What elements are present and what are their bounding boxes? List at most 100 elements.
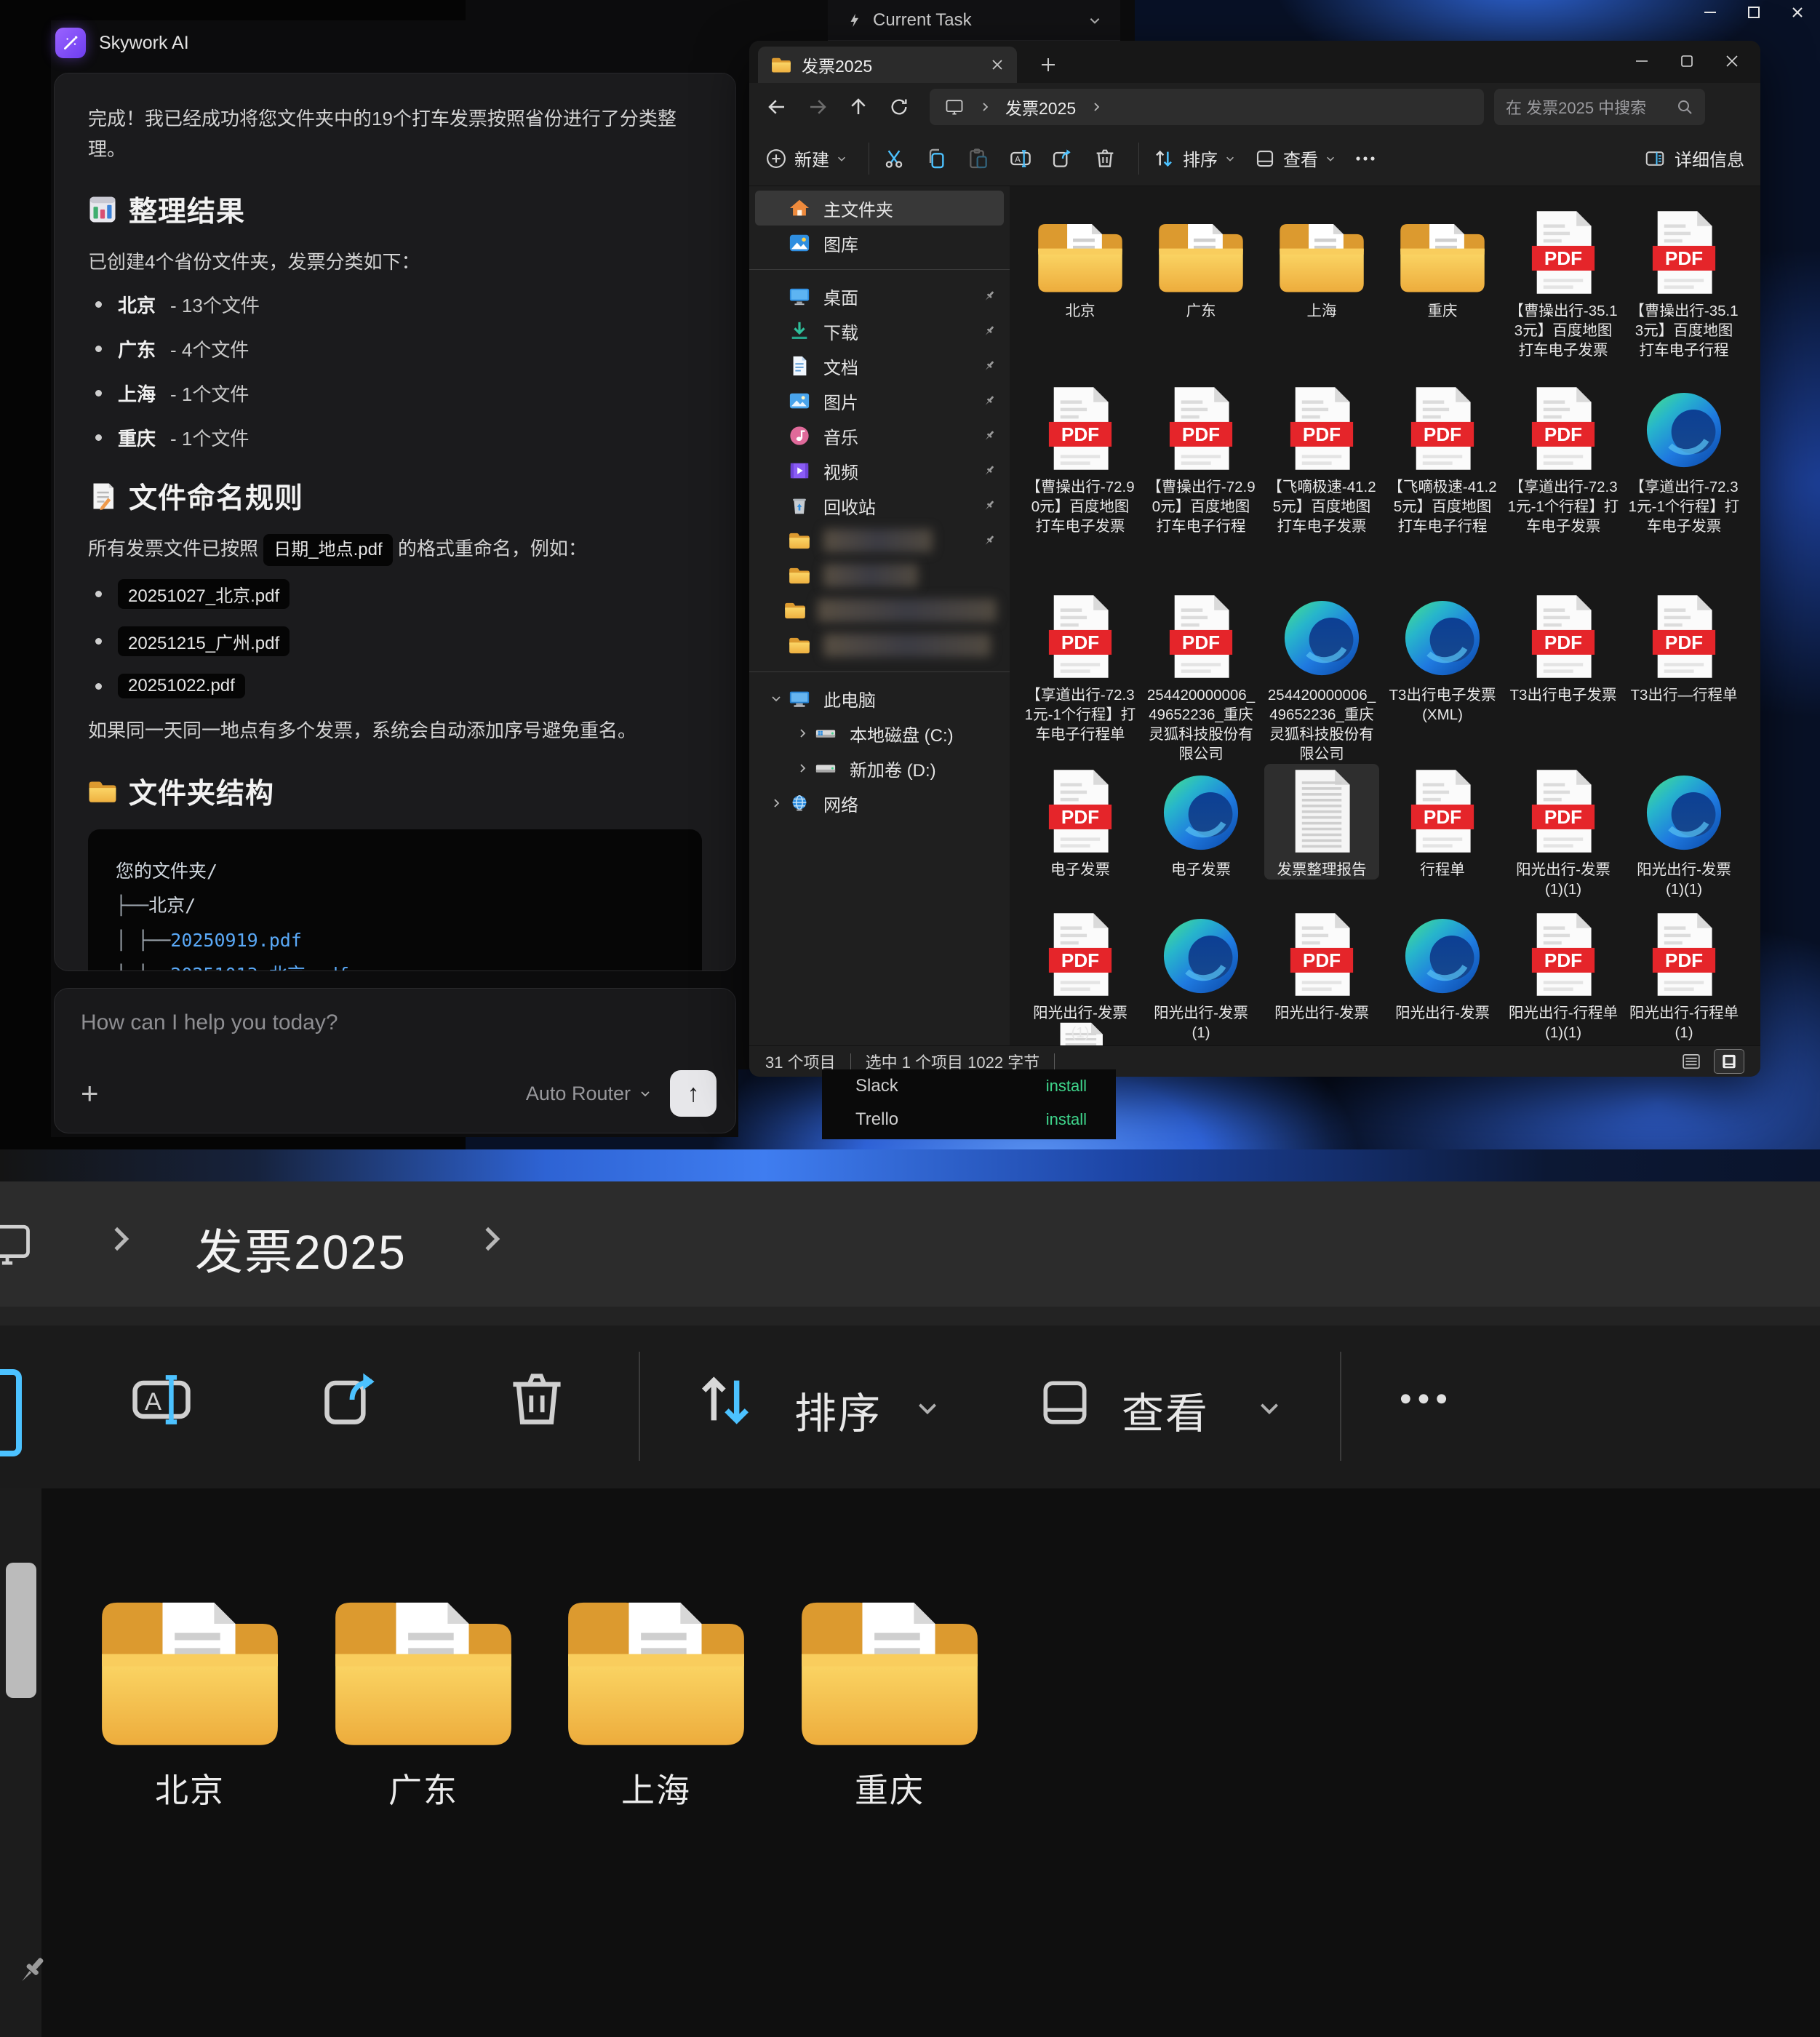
copy-button[interactable] — [925, 147, 948, 170]
file-item[interactable]: PDF 阳光出行-发票(1)(1) — [1506, 764, 1621, 899]
file-item[interactable]: PDF 【曹操出行-72.90元】百度地图打车电子发票 — [1023, 381, 1138, 536]
folder-item[interactable]: 广东 — [1144, 205, 1258, 321]
delete-button[interactable] — [1093, 147, 1117, 170]
sidebar-item-视频[interactable]: 视频 — [755, 453, 1004, 488]
sort-button[interactable]: 排序 — [1152, 146, 1235, 171]
sidebar-item-图库[interactable]: 图库 — [755, 226, 1004, 260]
zoom-folder-北京[interactable]: 北京 — [73, 1587, 306, 1812]
view-label[interactable]: 查看 — [1122, 1379, 1209, 1440]
current-task-bar[interactable]: Current Task — [828, 0, 1120, 41]
share-button[interactable] — [319, 1366, 386, 1433]
file-item[interactable]: PDF T3出行—行程单 — [1627, 589, 1741, 705]
sidebar-item-网络[interactable]: 网络 — [755, 786, 1004, 821]
file-item[interactable]: PDF 【享道出行-72.31元-1个行程】打车电子发票 — [1506, 381, 1621, 536]
sidebar-item[interactable] — [755, 628, 1004, 663]
chat-composer[interactable]: How can I help you today? + Auto Router … — [54, 988, 736, 1133]
close-icon[interactable] — [1709, 41, 1755, 81]
thumbnail-view-toggle[interactable] — [1714, 1049, 1744, 1074]
folder-item[interactable]: 上海 — [1264, 205, 1379, 321]
file-item[interactable]: PDF 【飞嘀极速-41.25元】百度地图打车电子发票 — [1264, 381, 1379, 536]
close-icon[interactable] — [1788, 3, 1807, 22]
back-button[interactable] — [757, 89, 797, 124]
file-item[interactable]: PDF 【享道出行-72.31元-1个行程】打车电子行程单 — [1023, 589, 1138, 744]
file-item[interactable]: PDF 【曹操出行-35.13元】百度地图打车电子行程 — [1627, 205, 1741, 360]
minimize-icon[interactable] — [1619, 41, 1664, 81]
sidebar-item-新加卷 (D:)[interactable]: 新加卷 (D:) — [781, 751, 1004, 786]
new-button[interactable]: 新建 — [765, 146, 847, 171]
zoom-folder-重庆[interactable]: 重庆 — [773, 1587, 1006, 1812]
refresh-button[interactable] — [879, 89, 919, 124]
breadcrumb[interactable]: 发票2025 — [930, 89, 1484, 125]
file-item[interactable]: PDF 阳光出行-行程单(1) — [1627, 907, 1741, 1043]
chevron-right-icon[interactable] — [791, 762, 813, 774]
file-item[interactable]: PDF 电子发票 — [1023, 764, 1138, 880]
sort-icon[interactable] — [691, 1366, 759, 1435]
sidebar-item-桌面[interactable]: 桌面 — [755, 279, 1004, 314]
sidebar-item[interactable] — [755, 558, 1004, 593]
file-item[interactable]: 阳光出行-发票(1)(1) — [1627, 764, 1741, 899]
send-button[interactable]: ↑ — [670, 1070, 717, 1117]
file-item[interactable]: PDF 阳光出行-发票(1) — [1023, 907, 1138, 1043]
file-item[interactable]: PDF 行程单 — [1385, 764, 1500, 880]
folder-item[interactable]: 北京 — [1023, 205, 1138, 321]
cut-button[interactable] — [882, 147, 906, 170]
sidebar-item[interactable] — [755, 593, 1004, 628]
sort-label[interactable]: 排序 — [794, 1379, 882, 1440]
attach-plus-button[interactable]: + — [81, 1076, 99, 1111]
maximize-icon[interactable] — [1744, 3, 1763, 22]
chevron-down-icon[interactable] — [765, 693, 787, 704]
folder-item[interactable]: 重庆 — [1385, 205, 1500, 321]
sidebar-item-此电脑[interactable]: 此电脑 — [755, 681, 1004, 716]
file-item[interactable]: 254420000006_49652236_重庆灵狐科技股份有限公司 — [1264, 589, 1379, 764]
forward-button[interactable] — [797, 89, 838, 124]
file-item[interactable]: PDF 【曹操出行-72.90元】百度地图打车电子行程 — [1144, 381, 1258, 536]
sidebar-item[interactable] — [755, 523, 1004, 558]
chevron-right-icon[interactable] — [791, 728, 813, 739]
minimize-icon[interactable] — [1701, 3, 1720, 22]
file-item[interactable]: 【享道出行-72.31元-1个行程】打车电子发票 — [1627, 381, 1741, 536]
up-button[interactable] — [838, 89, 879, 124]
rename-button[interactable]: A — [1009, 147, 1032, 170]
install-link[interactable]: install — [1046, 1110, 1087, 1129]
file-item[interactable]: PDF 【飞嘀极速-41.25元】百度地图打车电子行程 — [1385, 381, 1500, 536]
file-item[interactable]: T3出行电子发票(XML) — [1385, 589, 1500, 725]
file-item[interactable]: 阳光出行-发票(1) — [1144, 907, 1258, 1043]
file-item[interactable]: PDF T3出行电子发票 — [1506, 589, 1621, 705]
details-pane-button[interactable]: 详细信息 — [1644, 146, 1744, 171]
share-button[interactable] — [1051, 147, 1074, 170]
sidebar-item-主文件夹[interactable]: 主文件夹 — [755, 191, 1004, 226]
maximize-icon[interactable] — [1664, 41, 1709, 81]
scrollbar-thumb[interactable] — [6, 1563, 36, 1698]
chevron-right-icon[interactable] — [765, 797, 787, 809]
file-item[interactable]: PDF 阳光出行-发票 — [1264, 907, 1379, 1023]
file-item[interactable]: 阳光出行-发票 — [1385, 907, 1500, 1023]
rename-button[interactable]: A — [128, 1366, 195, 1433]
explorer-tab[interactable]: 发票2025 — [758, 47, 1017, 83]
file-item[interactable]: PDF 阳光出行-行程单(1)(1) — [1506, 907, 1621, 1043]
file-item[interactable]: PDF 【曹操出行-35.13元】百度地图打车电子发票 — [1506, 205, 1621, 360]
breadcrumb-path[interactable]: 发票2025 — [195, 1213, 407, 1283]
more-options-button[interactable] — [1354, 154, 1376, 163]
list-view-toggle[interactable] — [1676, 1049, 1707, 1074]
sidebar-item-下载[interactable]: 下载 — [755, 314, 1004, 348]
more-options-button[interactable] — [1397, 1388, 1450, 1410]
sidebar-item-回收站[interactable]: 回收站 — [755, 488, 1004, 523]
new-tab-button[interactable] — [1034, 51, 1062, 79]
view-button[interactable]: 查看 — [1254, 146, 1336, 171]
zoom-folder-广东[interactable]: 广东 — [307, 1587, 540, 1812]
sidebar-item-音乐[interactable]: 音乐 — [755, 418, 1004, 453]
model-selector[interactable]: Auto Router — [526, 1083, 651, 1105]
sidebar-item-图片[interactable]: 图片 — [755, 383, 1004, 418]
delete-button[interactable] — [503, 1366, 570, 1433]
tab-close-icon[interactable] — [991, 58, 1004, 71]
file-item[interactable]: PDF 254420000006_49652236_重庆灵狐科技股份有限公司 — [1144, 589, 1258, 764]
breadcrumb-path[interactable]: 发票2025 — [1005, 95, 1076, 119]
search-input[interactable]: 在 发票2025 中搜索 — [1494, 89, 1705, 125]
pin-icon[interactable] — [13, 1951, 51, 1989]
sidebar-item-本地磁盘 (C:)[interactable]: 本地磁盘 (C:) — [781, 716, 1004, 751]
sidebar-item-文档[interactable]: 文档 — [755, 348, 1004, 383]
zoom-folder-上海[interactable]: 上海 — [540, 1587, 773, 1812]
view-icon[interactable] — [1036, 1374, 1094, 1432]
file-item[interactable]: 发票整理报告 — [1264, 764, 1379, 880]
install-link[interactable]: install — [1046, 1077, 1087, 1096]
